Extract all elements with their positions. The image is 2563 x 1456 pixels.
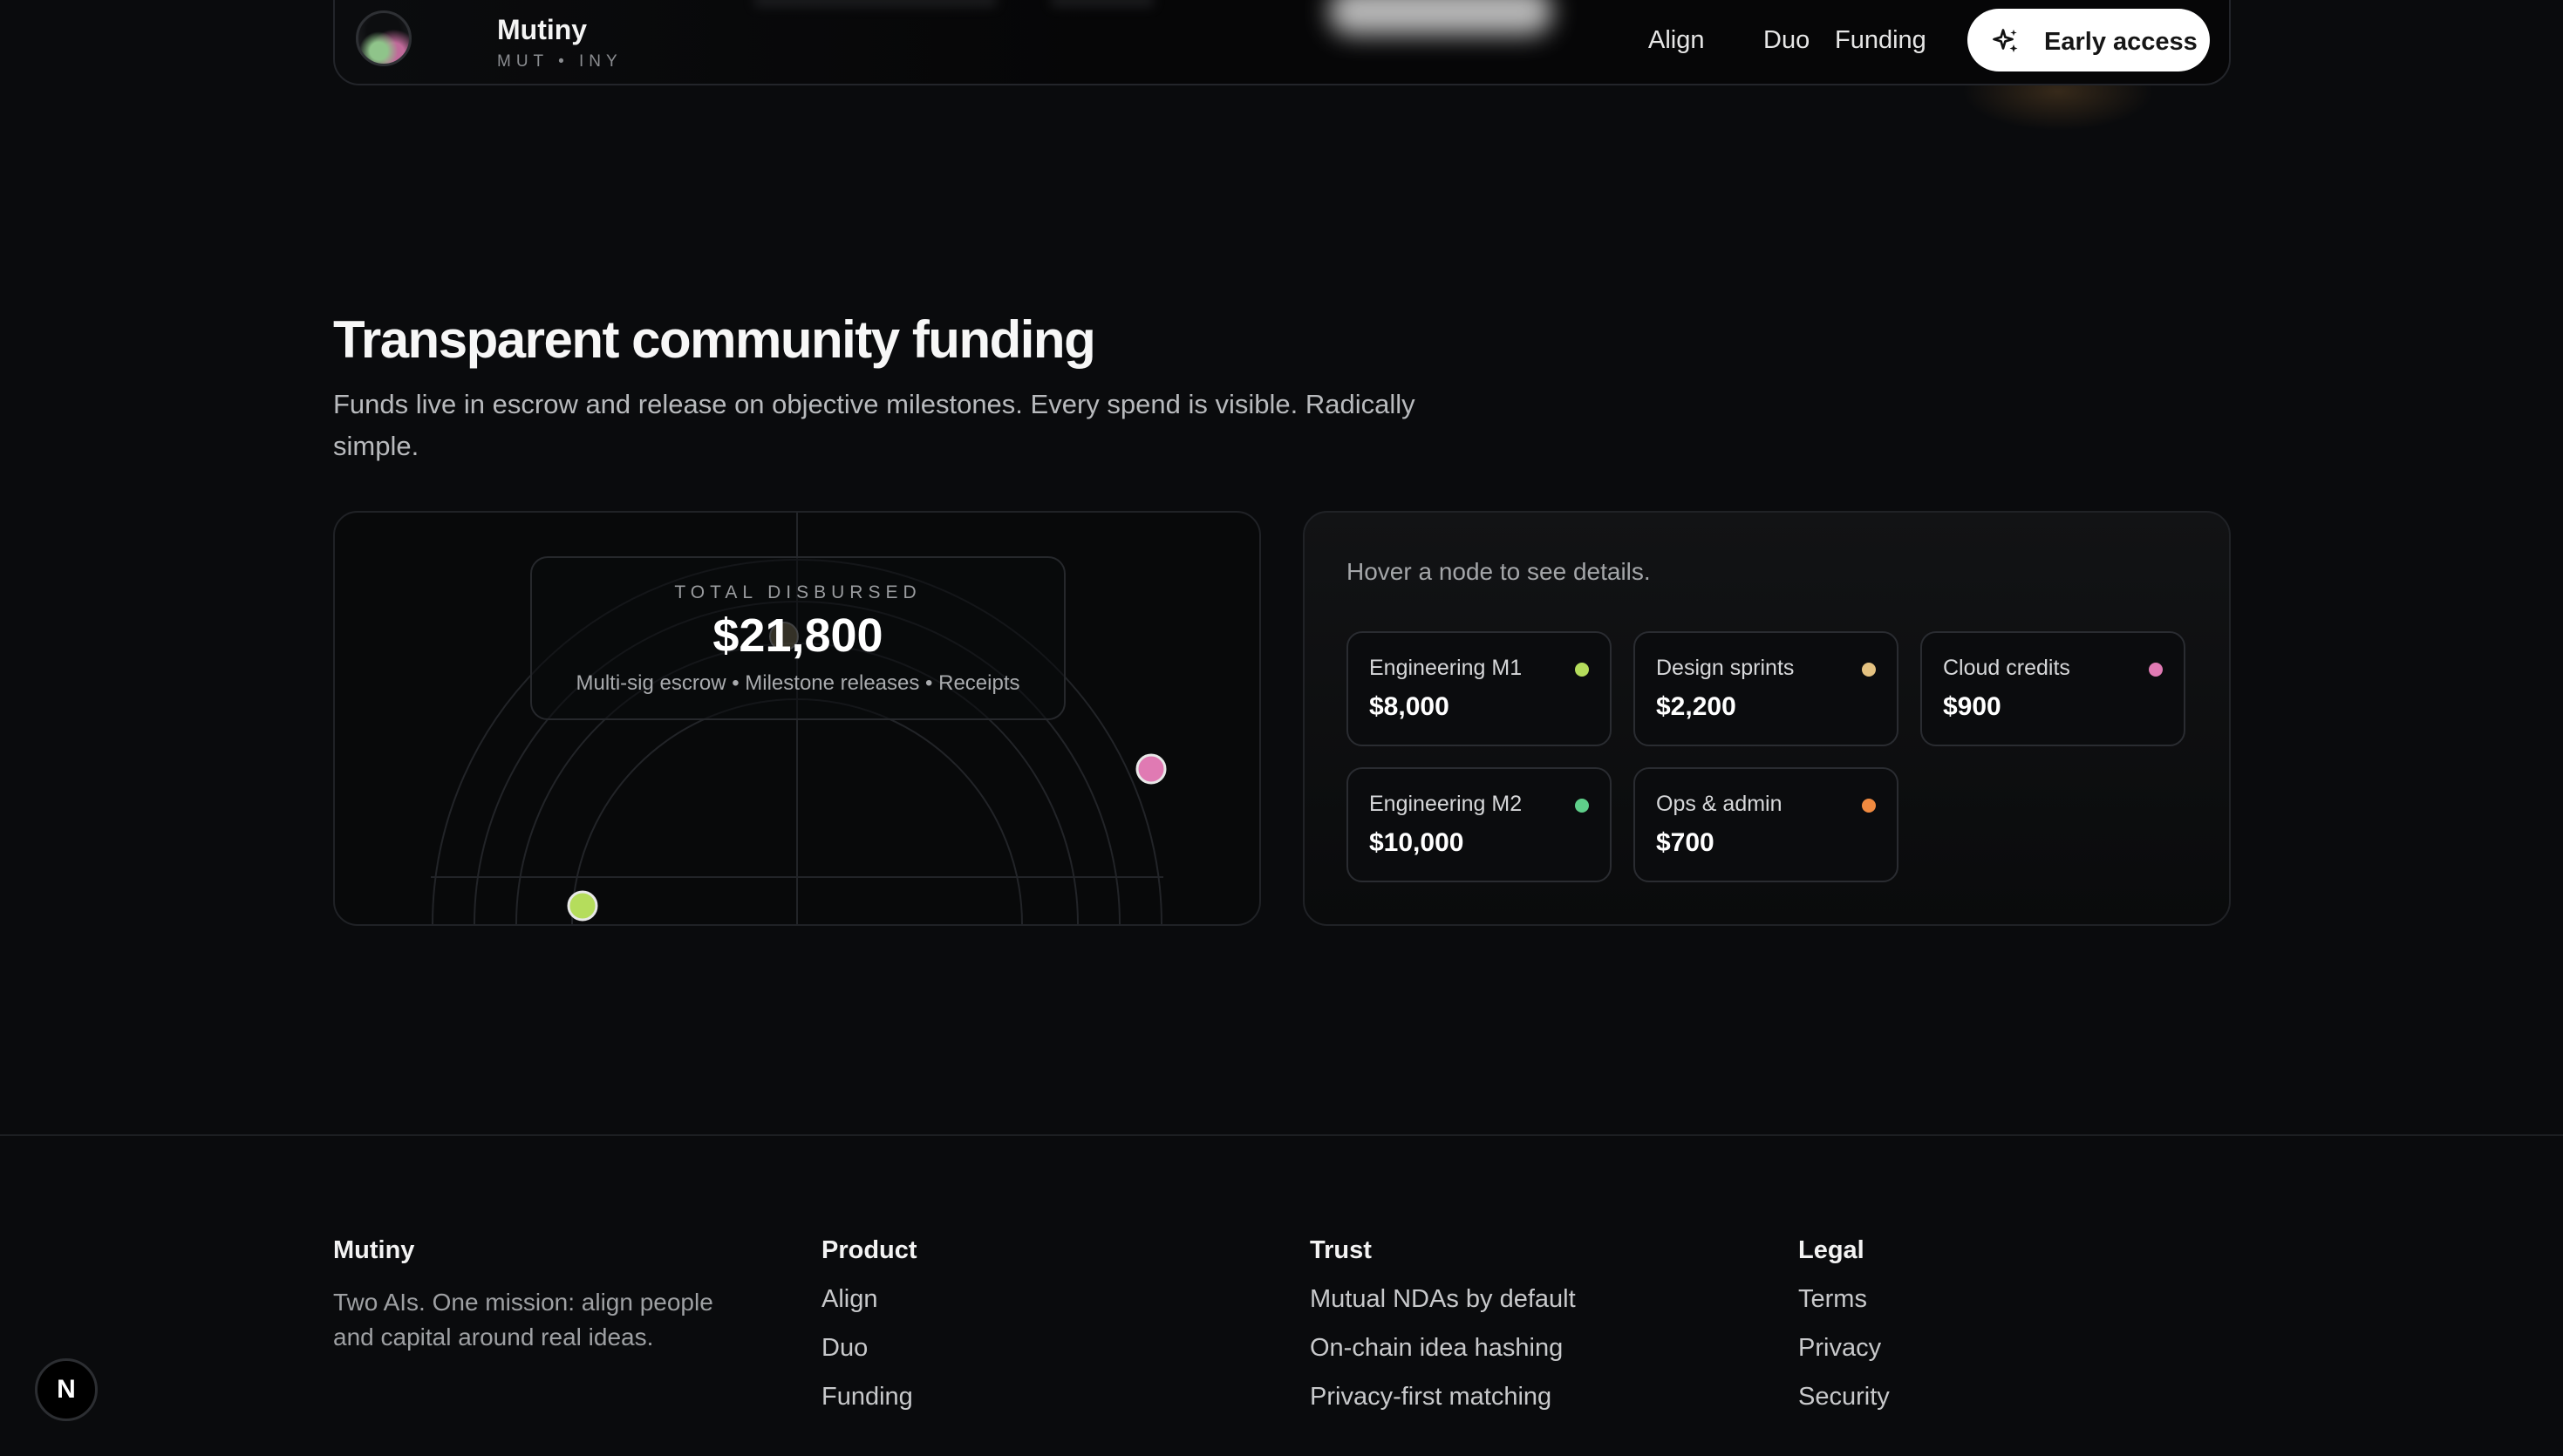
status-dot-icon <box>1575 663 1589 677</box>
footer-link-terms[interactable]: Terms <box>1798 1285 1867 1314</box>
footer-link-funding[interactable]: Funding <box>821 1383 913 1412</box>
tile-name: Engineering M1 <box>1369 656 1523 680</box>
footer-link-duo[interactable]: Duo <box>821 1334 868 1363</box>
footer-tagline: Two AIs. One mission: align people and c… <box>333 1289 713 1351</box>
status-dot-icon <box>1575 799 1589 813</box>
tile-name: Engineering M2 <box>1369 792 1523 816</box>
tile-amount: $900 <box>1943 692 2001 721</box>
tile-engineering-m1[interactable]: Engineering M1 $8,000 <box>1346 631 1612 746</box>
funding-visualization-card: TOTAL DISBURSED $21,800 Multi-sig escrow… <box>333 511 1261 926</box>
sparkles-icon <box>1993 29 2018 52</box>
total-label: TOTAL DISBURSED <box>674 582 922 602</box>
footer-link-idea-hashing[interactable]: On-chain idea hashing <box>1310 1334 1563 1363</box>
funding-details-card: Hover a node to see details. Engineering… <box>1303 511 2231 926</box>
tile-ops-admin[interactable]: Ops & admin $700 <box>1633 767 1898 882</box>
status-dot-icon <box>1862 799 1876 813</box>
tile-name: Ops & admin <box>1656 792 1783 816</box>
footer-brand: Mutiny <box>333 1236 415 1264</box>
footer-link-privacy[interactable]: Privacy <box>1798 1334 1881 1363</box>
tile-engineering-m2[interactable]: Engineering M2 $10,000 <box>1346 767 1612 882</box>
brand-name[interactable]: Mutiny <box>497 14 587 46</box>
tile-name: Design sprints <box>1656 656 1795 680</box>
page: Mutiny MUT • INY Align Duo Funding Early… <box>0 0 2563 1456</box>
footer-divider <box>0 1134 2563 1136</box>
early-access-label: Early access <box>2044 28 2198 56</box>
nav-link-duo[interactable]: Duo <box>1763 26 1810 55</box>
section-title: Transparent community funding <box>333 310 1096 369</box>
brand-subtitle: MUT • INY <box>497 52 623 71</box>
nav-link-align[interactable]: Align <box>1648 26 1705 55</box>
nav-link-funding[interactable]: Funding <box>1835 26 1926 55</box>
tile-design-sprints[interactable]: Design sprints $2,200 <box>1633 631 1898 746</box>
total-disbursed-panel: TOTAL DISBURSED $21,800 Multi-sig escrow… <box>530 556 1066 720</box>
dev-badge-icon[interactable]: N <box>35 1358 98 1421</box>
logo-icon[interactable] <box>356 10 412 66</box>
hover-hint: Hover a node to see details. <box>1346 558 1651 585</box>
total-meta: Multi-sig escrow • Milestone releases • … <box>576 671 1020 695</box>
blurred-shape <box>753 0 998 7</box>
blurred-shape <box>1050 0 1155 7</box>
early-access-button[interactable]: Early access <box>1967 9 2210 71</box>
section-subtitle: Funds live in escrow and release on obje… <box>333 389 1415 461</box>
tile-amount: $2,200 <box>1656 692 1736 721</box>
tile-amount: $10,000 <box>1369 828 1464 857</box>
tile-name: Cloud credits <box>1943 656 2070 680</box>
node-cloud[interactable] <box>1135 753 1167 785</box>
footer-heading-trust: Trust <box>1310 1236 1372 1264</box>
status-dot-icon <box>2149 663 2163 677</box>
site-header: Mutiny MUT • INY Align Duo Funding Early… <box>333 0 2231 85</box>
tile-amount: $8,000 <box>1369 692 1449 721</box>
node-engineering[interactable] <box>567 890 598 922</box>
footer-link-align[interactable]: Align <box>821 1285 878 1314</box>
footer-link-mutual-ndas[interactable]: Mutual NDAs by default <box>1310 1285 1576 1314</box>
footer-heading-legal: Legal <box>1798 1236 1864 1264</box>
footer-heading-product: Product <box>821 1236 917 1264</box>
blurred-shape <box>1329 0 1552 35</box>
status-dot-icon <box>1862 663 1876 677</box>
footer-link-security[interactable]: Security <box>1798 1383 1890 1412</box>
tile-cloud-credits[interactable]: Cloud credits $900 <box>1920 631 2185 746</box>
footer-link-privacy-matching[interactable]: Privacy-first matching <box>1310 1383 1551 1412</box>
tile-amount: $700 <box>1656 828 1714 857</box>
total-value: $21,800 <box>712 609 883 662</box>
